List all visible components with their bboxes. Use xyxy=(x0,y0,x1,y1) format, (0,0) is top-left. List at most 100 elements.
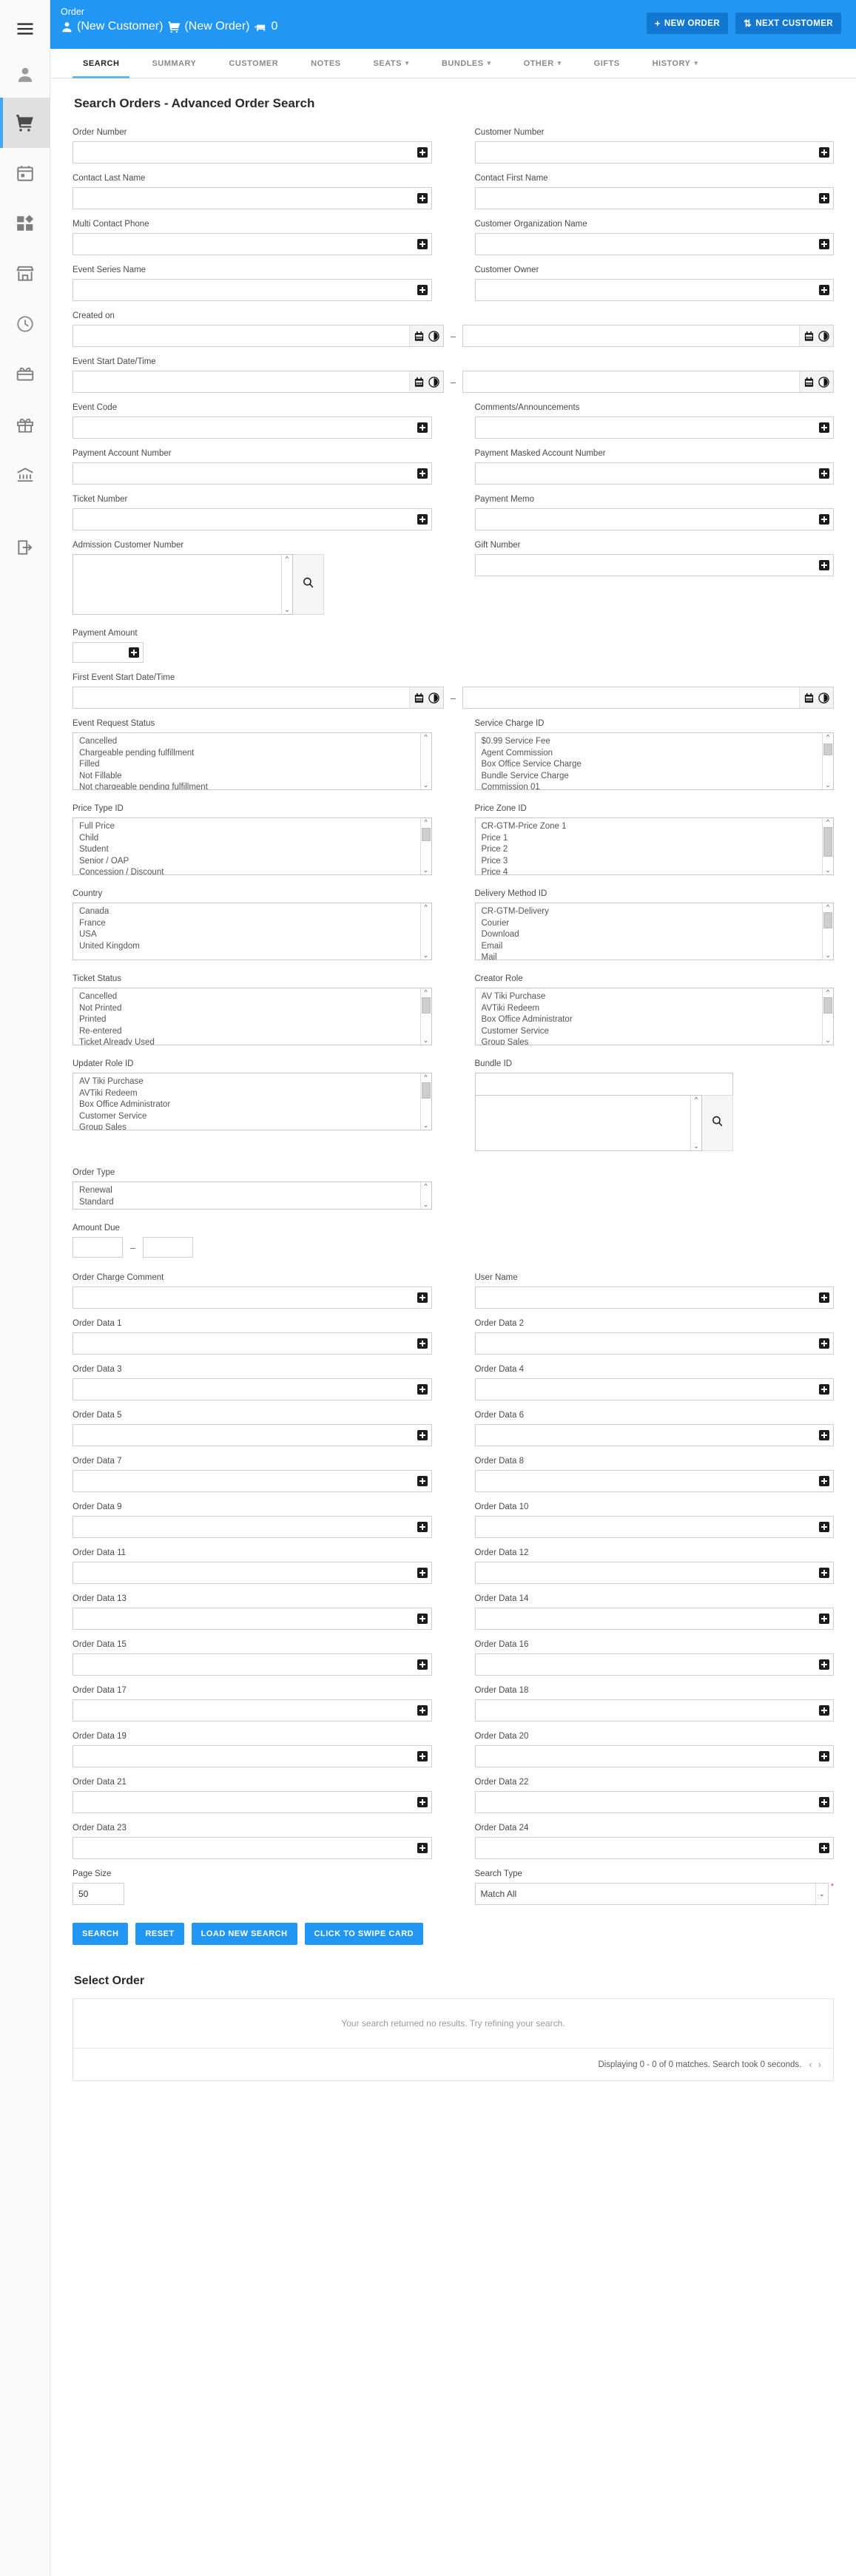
contact-last-name-input[interactable] xyxy=(73,187,432,209)
payment-memo-add-icon[interactable] xyxy=(819,514,829,525)
contact-first-name-add-icon[interactable] xyxy=(819,193,829,203)
reset-button[interactable]: RESET xyxy=(135,1923,184,1945)
sidebar-item-history[interactable] xyxy=(0,299,50,349)
order-data-17-add-icon[interactable] xyxy=(417,1705,428,1716)
list-item[interactable]: Courier xyxy=(482,918,823,930)
event-start-to-input[interactable] xyxy=(463,371,800,392)
sidebar-item-orders[interactable] xyxy=(0,98,50,148)
new-order-button[interactable]: + NEW ORDER xyxy=(646,13,729,34)
list-item[interactable]: Customer Service xyxy=(482,1026,823,1038)
updater-role-id-scrollbar[interactable]: ^ ⌄ xyxy=(419,1073,431,1130)
page-size-input[interactable] xyxy=(73,1883,124,1905)
order-data-1-add-icon[interactable] xyxy=(417,1338,428,1349)
price-type-id-listbox[interactable]: Full Price Child Student Senior / OAP Co… xyxy=(73,817,432,875)
admission-customer-number-scrollbar[interactable]: ^ ⌄ xyxy=(280,555,292,614)
tab-seats[interactable]: SEATS ▾ xyxy=(357,49,425,78)
tab-customer[interactable]: CUSTOMER xyxy=(212,49,294,78)
amount-due-min-input[interactable] xyxy=(73,1237,123,1258)
order-charge-comment-input[interactable] xyxy=(73,1287,432,1309)
list-item[interactable]: Price 4 xyxy=(482,867,823,874)
order-data-3-add-icon[interactable] xyxy=(417,1384,428,1395)
payment-masked-account-number-add-icon[interactable] xyxy=(819,468,829,479)
payment-account-number-input[interactable] xyxy=(73,462,432,485)
scrollbar-thumb[interactable] xyxy=(823,912,832,928)
list-item[interactable]: USA xyxy=(79,929,420,941)
order-data-24-input[interactable] xyxy=(474,1837,834,1859)
clock-icon[interactable] xyxy=(818,330,829,342)
order-data-17-input[interactable] xyxy=(73,1699,432,1722)
event-series-name-add-icon[interactable] xyxy=(417,285,428,295)
clock-icon[interactable] xyxy=(818,376,829,388)
order-data-11-add-icon[interactable] xyxy=(417,1568,428,1578)
breadcrumb-seats[interactable]: 0 xyxy=(255,20,277,33)
service-charge-id-listbox[interactable]: $0.99 Service Fee Agent Commission Box O… xyxy=(474,732,834,790)
search-button[interactable]: SEARCH xyxy=(73,1923,129,1945)
calendar-icon[interactable] xyxy=(414,377,425,388)
multi-contact-phone-input[interactable] xyxy=(73,233,432,255)
price-type-id-scrollbar[interactable]: ^ ⌄ xyxy=(419,818,431,874)
admission-customer-number-lookup-button[interactable] xyxy=(292,554,324,615)
list-item[interactable]: AV Tiki Purchase xyxy=(482,991,823,1003)
creator-role-listbox[interactable]: AV Tiki Purchase AVTiki Redeem Box Offic… xyxy=(474,988,834,1045)
comments-announcements-add-icon[interactable] xyxy=(819,422,829,433)
order-type-listbox[interactable]: Renewal Standard ^ ⌄ xyxy=(73,1181,432,1210)
list-item[interactable]: Full Price xyxy=(79,821,420,833)
list-item[interactable]: CR-GTM-Price Zone 1 xyxy=(482,821,823,833)
order-data-3-input[interactable] xyxy=(73,1378,432,1400)
order-data-18-input[interactable] xyxy=(474,1699,834,1722)
contact-last-name-add-icon[interactable] xyxy=(417,193,428,203)
customer-number-input[interactable] xyxy=(474,141,834,163)
calendar-icon[interactable] xyxy=(803,692,815,704)
bundle-id-input[interactable] xyxy=(475,1073,733,1094)
list-item[interactable]: Re-entered xyxy=(79,1026,420,1038)
order-data-5-input[interactable] xyxy=(73,1424,432,1446)
list-item[interactable]: Price 2 xyxy=(482,844,823,856)
bundle-id-lookup-button[interactable] xyxy=(702,1095,734,1151)
list-item[interactable]: Child xyxy=(79,833,420,845)
customer-owner-input[interactable] xyxy=(474,279,834,301)
order-data-10-input[interactable] xyxy=(474,1516,834,1538)
order-type-scrollbar[interactable]: ^ ⌄ xyxy=(419,1182,431,1209)
event-code-input[interactable] xyxy=(73,417,432,439)
list-item[interactable]: Download xyxy=(482,929,823,941)
order-data-7-input[interactable] xyxy=(73,1470,432,1492)
comments-announcements-input[interactable] xyxy=(474,417,834,439)
tab-summary[interactable]: SUMMARY xyxy=(135,49,212,78)
tab-gifts[interactable]: GIFTS xyxy=(578,49,636,78)
list-item[interactable]: Agent Commission xyxy=(482,748,823,760)
order-data-2-input[interactable] xyxy=(474,1332,834,1355)
order-number-add-icon[interactable] xyxy=(417,147,428,158)
clock-icon[interactable] xyxy=(428,330,439,342)
order-data-12-add-icon[interactable] xyxy=(819,1568,829,1578)
delivery-method-id-scrollbar[interactable]: ^ ⌄ xyxy=(822,903,833,960)
order-data-8-input[interactable] xyxy=(474,1470,834,1492)
payment-masked-account-number-input[interactable] xyxy=(474,462,834,485)
list-item[interactable]: CR-GTM-Delivery xyxy=(482,906,823,918)
creator-role-scrollbar[interactable]: ^ ⌄ xyxy=(822,988,833,1045)
list-item[interactable]: Concession / Discount xyxy=(79,867,420,874)
sidebar-item-gift-cards[interactable] xyxy=(0,349,50,399)
order-data-6-add-icon[interactable] xyxy=(819,1430,829,1440)
gift-number-input[interactable] xyxy=(474,554,834,576)
order-data-23-add-icon[interactable] xyxy=(417,1843,428,1853)
order-data-5-add-icon[interactable] xyxy=(417,1430,428,1440)
list-item[interactable]: Box Office Service Charge xyxy=(482,759,823,771)
list-item[interactable]: Bundle Service Charge xyxy=(482,771,823,783)
order-data-14-add-icon[interactable] xyxy=(819,1614,829,1624)
tab-notes[interactable]: NOTES xyxy=(294,49,357,78)
account-icon[interactable] xyxy=(0,52,50,98)
order-data-8-add-icon[interactable] xyxy=(819,1476,829,1486)
list-item[interactable]: Not chargeable pending fulfillment xyxy=(79,782,420,789)
list-item[interactable]: Group Sales xyxy=(482,1037,823,1045)
price-zone-id-scrollbar[interactable]: ^ ⌄ xyxy=(822,818,833,874)
order-data-13-input[interactable] xyxy=(73,1608,432,1630)
next-page-button[interactable]: › xyxy=(818,2059,821,2070)
updater-role-id-listbox[interactable]: AV Tiki Purchase AVTiki Redeem Box Offic… xyxy=(73,1073,432,1130)
swipe-card-button[interactable]: CLICK TO SWIPE CARD xyxy=(304,1923,424,1945)
event-series-name-input[interactable] xyxy=(73,279,432,301)
list-item[interactable]: Email xyxy=(482,941,823,953)
list-item[interactable]: Mail xyxy=(482,952,823,960)
list-item[interactable]: France xyxy=(79,918,420,930)
order-data-15-add-icon[interactable] xyxy=(417,1659,428,1670)
list-item[interactable]: Renewal xyxy=(79,1185,420,1197)
